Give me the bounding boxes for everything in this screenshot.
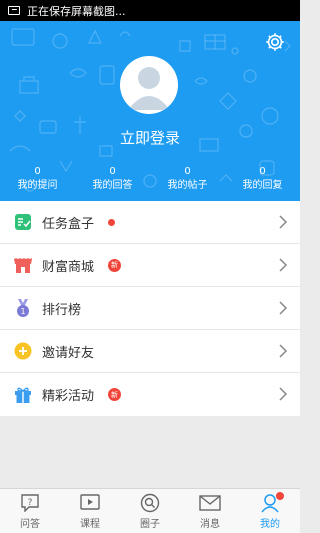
menu-item-leaderboard[interactable]: 1 排行榜 — [0, 287, 300, 330]
bottom-tab-bar: ? 问答 课程 圈子 消息 我的 — [0, 488, 300, 533]
notification-dot — [108, 218, 116, 226]
status-bar: 正在保存屏幕截图... — [0, 0, 300, 21]
play-icon — [79, 493, 101, 513]
notification-dot — [276, 492, 284, 500]
stat-my-questions[interactable]: 0 我的提问 — [0, 165, 75, 193]
stat-value: 0 — [109, 166, 116, 177]
menu-item-label: 任务盒子 — [42, 216, 95, 232]
stat-label: 我的回答 — [92, 180, 133, 191]
tab-qa[interactable]: ? 问答 — [0, 489, 60, 533]
menu-item-task-box[interactable]: 任务盒子 — [0, 201, 300, 244]
tab-label: 我的 — [260, 519, 280, 530]
tab-messages[interactable]: 消息 — [180, 489, 240, 533]
svg-text:1: 1 — [20, 307, 25, 316]
default-avatar-icon — [128, 67, 170, 110]
question-icon: ? — [19, 493, 41, 513]
menu-item-featured-events[interactable]: 精彩活动 新 — [0, 373, 300, 416]
circle-icon — [139, 493, 161, 513]
mail-icon — [199, 493, 221, 513]
stat-value: 0 — [184, 166, 191, 177]
screenshot-icon — [8, 6, 20, 15]
chevron-right-icon — [279, 344, 288, 358]
tab-label: 问答 — [20, 519, 40, 530]
menu-item-invite-friends[interactable]: 邀请好友 — [0, 330, 300, 373]
invite-plus-icon — [13, 341, 33, 361]
gift-icon — [13, 385, 33, 405]
new-badge: 新 — [108, 258, 122, 272]
login-link[interactable]: 立即登录 — [0, 127, 300, 148]
menu-item-wealth-shop[interactable]: 财富商城 新 — [0, 244, 300, 287]
chevron-right-icon — [279, 215, 288, 229]
stat-label: 我的帖子 — [167, 180, 208, 191]
menu-item-label: 排行榜 — [42, 302, 82, 318]
stat-value: 0 — [259, 166, 266, 177]
stat-my-posts[interactable]: 0 我的帖子 — [150, 165, 225, 193]
profile-stats: 0 我的提问 0 我的回答 0 我的帖子 0 我的回复 — [0, 165, 300, 193]
stat-my-replies[interactable]: 0 我的回复 — [225, 165, 300, 193]
menu-item-label: 精彩活动 — [42, 389, 95, 404]
svg-text:?: ? — [28, 498, 33, 508]
chevron-right-icon — [279, 258, 288, 272]
shop-icon — [13, 255, 33, 275]
profile-menu: 任务盒子 财富商城 新 1 排行榜 邀请好友 精彩活动 新 — [0, 201, 300, 416]
chevron-right-icon — [279, 387, 288, 401]
medal-icon: 1 — [13, 298, 33, 318]
stat-label: 我的回复 — [242, 180, 283, 191]
chevron-right-icon — [279, 301, 288, 315]
profile-header: 立即登录 0 我的提问 0 我的回答 0 我的帖子 0 我的回复 — [0, 21, 300, 201]
tab-mine[interactable]: 我的 — [240, 489, 300, 533]
menu-item-label: 邀请好友 — [42, 345, 95, 361]
stat-label: 我的提问 — [17, 180, 58, 191]
new-badge: 新 — [108, 388, 122, 401]
menu-item-label: 财富商城 — [42, 259, 95, 275]
tab-courses[interactable]: 课程 — [60, 489, 120, 533]
tab-label: 消息 — [200, 519, 220, 530]
avatar[interactable] — [120, 56, 178, 114]
tab-label: 课程 — [80, 519, 100, 530]
tab-circle[interactable]: 圈子 — [120, 489, 180, 533]
task-box-icon — [13, 212, 33, 232]
settings-gear-icon[interactable] — [264, 31, 286, 53]
status-text: 正在保存屏幕截图... — [27, 4, 126, 18]
stat-my-answers[interactable]: 0 我的回答 — [75, 165, 150, 193]
stat-value: 0 — [34, 166, 41, 177]
tab-label: 圈子 — [140, 519, 160, 530]
